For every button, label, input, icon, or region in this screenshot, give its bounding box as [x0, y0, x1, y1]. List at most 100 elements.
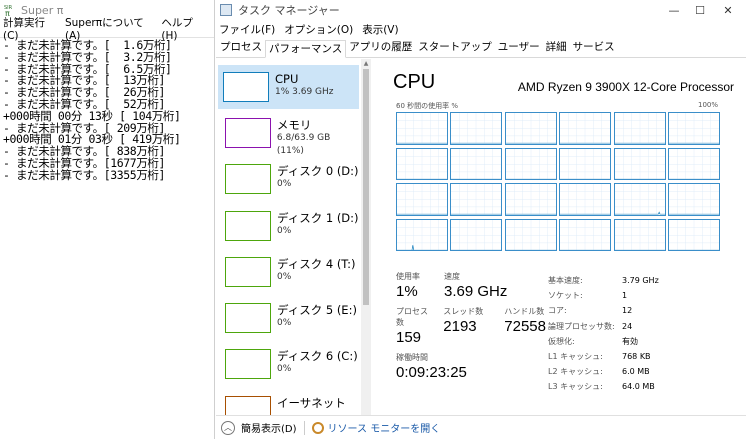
- info-value: 1: [622, 291, 628, 301]
- close-button[interactable]: ✕: [706, 0, 746, 20]
- cpu-core-graph: [396, 183, 448, 216]
- menu-view[interactable]: 表示(V): [362, 22, 398, 37]
- resource-thumbnail-graph: [225, 396, 271, 415]
- info-row: 論理プロセッサ数: 24: [548, 319, 728, 334]
- cpu-core-graph: [559, 218, 612, 251]
- graph-caption: 60 秒間の使用率 % 100%: [396, 101, 718, 111]
- performance-panel: CPU 1% 3.69 GHz メモリ 6.8/63.9 GB (11%) ディスク 0…: [216, 59, 746, 415]
- menu-options[interactable]: オプション(O): [284, 22, 353, 37]
- resource-item[interactable]: ディスク 4 (T:) 0%: [220, 250, 360, 294]
- speed-label: 速度: [444, 272, 460, 281]
- cpu-core-graph: [504, 218, 557, 251]
- fewer-details-button[interactable]: 簡易表示(D): [241, 420, 297, 435]
- cpu-core-graph: [667, 147, 720, 180]
- resource-item[interactable]: イーサネット: [220, 389, 360, 415]
- tab-5[interactable]: 詳細: [543, 39, 570, 57]
- cpu-core-graphs[interactable]: [396, 112, 720, 254]
- tab-4[interactable]: ユーザー: [495, 39, 543, 57]
- cpu-core-graph: [613, 147, 666, 180]
- resource-thumbnail-graph: [225, 118, 271, 148]
- cpu-core-graph: [450, 183, 503, 216]
- usage-value: 1%: [396, 283, 418, 300]
- resource-item[interactable]: CPU 1% 3.69 GHz: [218, 65, 359, 109]
- info-row: 基本速度: 3.79 GHz: [548, 273, 728, 288]
- resource-item[interactable]: ディスク 0 (D:) 0%: [220, 157, 360, 201]
- info-key: L3 キャッシュ:: [548, 382, 603, 392]
- cpu-core-graph: [613, 183, 666, 216]
- resource-monitor-link[interactable]: リソース モニターを開く: [328, 420, 441, 435]
- task-manager-window: タスク マネージャー — ☐ ✕ ファイル(F) オプション(O) 表示(V) …: [216, 0, 746, 439]
- resource-name: メモリ: [276, 118, 312, 132]
- resource-text: CPU 1% 3.69 GHz: [275, 65, 334, 109]
- cpu-core-graph: [559, 183, 612, 216]
- processes-value: 159: [396, 329, 422, 346]
- cpu-model-name: AMD Ryzen 9 3900X 12-Core Processor: [517, 80, 734, 94]
- info-value: 有効: [622, 336, 638, 346]
- resource-item[interactable]: ディスク 5 (E:) 0%: [220, 296, 360, 340]
- resource-text: ディスク 0 (D:) 0%: [277, 157, 359, 201]
- resource-monitor-icon: [311, 421, 324, 434]
- cpu-core-graph: [613, 112, 666, 145]
- superpi-menubar: 計算実行(C) Superπについて(A) ヘルプ(H): [0, 17, 214, 42]
- resource-detail: 0%: [277, 318, 292, 328]
- resource-thumbnail-graph: [225, 257, 271, 287]
- graph-caption-left: 60 秒間の使用率 %: [396, 102, 459, 110]
- superpi-output: - まだ未計算です。[ 1.6万桁] - まだ未計算です。[ 3.2万桁] - まだ…: [0, 38, 214, 182]
- resource-name: ディスク 6 (C:): [277, 349, 358, 363]
- threads-value: 2193: [443, 318, 477, 335]
- cpu-core-graph: [504, 112, 557, 145]
- uptime-value: 0:09:23:25: [396, 364, 467, 381]
- chevron-up-icon[interactable]: ︿: [221, 420, 235, 435]
- tab-0[interactable]: プロセス: [217, 39, 265, 57]
- info-row: 仮想化: 有効: [548, 334, 728, 349]
- cpu-core-graph: [504, 183, 557, 216]
- task-manager-app-icon: [220, 4, 232, 16]
- cpu-core-graph: [450, 147, 503, 180]
- resource-name: ディスク 4 (T:): [277, 257, 356, 271]
- cpu-info-table: 基本速度: 3.79 GHz ソケット: 1 コア: 12 論理プロセッサ数: 24 仮想化: 有…: [548, 273, 728, 395]
- info-row: L1 キャッシュ: 768 KB: [548, 349, 728, 364]
- tab-6[interactable]: サービス: [570, 39, 618, 57]
- resource-list: CPU 1% 3.69 GHz メモリ 6.8/63.9 GB (11%) ディスク 0…: [216, 59, 373, 415]
- info-row: ソケット: 1: [548, 288, 728, 303]
- tab-1[interactable]: パフォーマンス: [265, 40, 347, 58]
- scrollbar-thumb[interactable]: [363, 69, 369, 305]
- cpu-core-graph: [504, 147, 557, 180]
- info-key: コア:: [548, 306, 567, 316]
- cpu-core-graph: [667, 183, 720, 216]
- resource-text: ディスク 5 (E:) 0%: [277, 296, 357, 340]
- info-value: 768 KB: [622, 352, 651, 362]
- info-key: 仮想化:: [548, 336, 575, 346]
- tab-bar: プロセス パフォーマンス アプリの履歴 スタートアップ ユーザー 詳細 サービス: [216, 38, 746, 58]
- info-value: 24: [622, 321, 633, 331]
- info-value: 3.79 GHz: [622, 276, 659, 285]
- info-key: L1 キャッシュ:: [548, 352, 603, 362]
- info-key: ソケット:: [548, 291, 583, 301]
- cpu-core-graph: [559, 112, 612, 145]
- threads-label: スレッド数: [443, 307, 484, 316]
- resource-item[interactable]: ディスク 6 (C:) 0%: [220, 342, 360, 386]
- cpu-core-graph: [450, 112, 503, 145]
- menu-file[interactable]: ファイル(F): [219, 22, 275, 37]
- window-title: タスク マネージャー: [238, 4, 340, 17]
- tab-3[interactable]: スタートアップ: [415, 39, 495, 57]
- scroll-up-icon[interactable]: ▲: [362, 60, 370, 68]
- resource-text: イーサネット: [277, 389, 346, 415]
- tab-2[interactable]: アプリの履歴: [346, 39, 415, 57]
- resource-item[interactable]: メモリ 6.8/63.9 GB (11%): [220, 111, 360, 156]
- resource-detail: 6.8/63.9 GB (11%): [276, 133, 331, 156]
- footer-divider: [303, 420, 305, 435]
- resource-thumbnail-graph: [223, 72, 269, 102]
- task-manager-titlebar[interactable]: タスク マネージャー — ☐ ✕: [216, 0, 746, 20]
- info-value: 64.0 MB: [622, 382, 655, 392]
- resource-list-scrollbar[interactable]: ▲: [361, 59, 371, 415]
- handles-label: ハンドル数: [504, 307, 545, 316]
- cpu-core-graph: [559, 147, 612, 180]
- resource-item[interactable]: ディスク 1 (D:) 0%: [220, 204, 360, 248]
- resource-detail: 0%: [277, 226, 292, 236]
- info-row: コア: 12: [548, 303, 728, 318]
- resource-name: ディスク 1 (D:): [277, 211, 359, 225]
- resource-thumbnail-graph: [225, 303, 271, 333]
- cpu-core-graph: [396, 147, 448, 180]
- graph-caption-right: 100%: [697, 101, 718, 109]
